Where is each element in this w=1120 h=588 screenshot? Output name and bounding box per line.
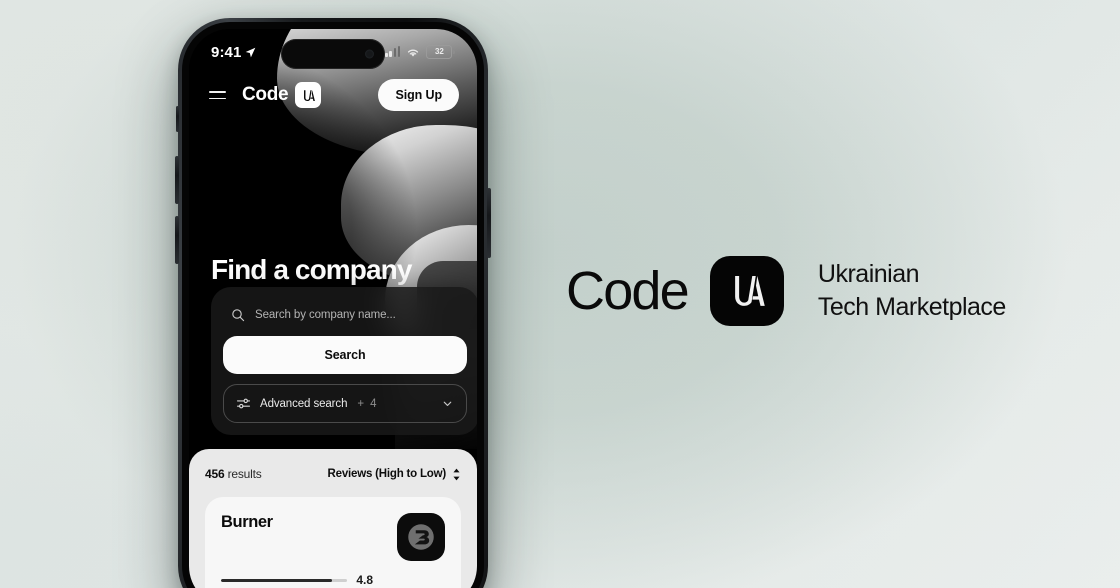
brand-wordmark: Code — [242, 84, 289, 105]
advanced-search-toggle[interactable]: Advanced search + 4 — [223, 384, 467, 423]
dynamic-island — [281, 39, 385, 69]
sort-label: Reviews (High to Low) — [327, 468, 447, 480]
status-time-group: 9:41 — [211, 44, 256, 61]
rating-bar-track — [221, 578, 348, 582]
company-card[interactable]: Burner 4.8 Lin — [205, 497, 461, 588]
phone-screen: 9:41 32 Code Sign Up Find a company Sear… — [189, 29, 477, 588]
rating-bar-fill — [221, 578, 333, 582]
search-input-placeholder: Search by company name... — [255, 309, 396, 321]
phone-silence-switch[interactable] — [176, 106, 179, 132]
cellular-bars-icon — [385, 46, 401, 57]
results-count-number: 456 — [205, 467, 225, 481]
search-panel: Search by company name... Search Advance — [211, 287, 477, 435]
results-toolbar: 456 results Reviews (High to Low) — [205, 467, 461, 481]
company-card-header: Burner — [221, 513, 445, 561]
advanced-search-label: Advanced search — [260, 397, 348, 410]
search-icon — [232, 309, 245, 322]
rating-value: 4.8 — [356, 573, 373, 587]
advanced-search-count: 4 — [370, 397, 377, 410]
brand-wordmark-large: Code — [566, 261, 690, 321]
rating-row: 4.8 — [221, 573, 373, 587]
status-indicators: 32 — [385, 45, 455, 59]
sign-up-button[interactable]: Sign Up — [378, 79, 459, 111]
phone-power-button[interactable] — [487, 188, 491, 258]
brand-tagline-line-2: Tech Marketplace — [817, 293, 1006, 321]
battery-level-label: 32 — [434, 47, 444, 56]
ua-logo-mark-large-icon — [709, 256, 784, 326]
search-button[interactable]: Search — [223, 336, 467, 374]
location-arrow-icon — [246, 47, 256, 57]
chevron-down-icon[interactable] — [441, 397, 454, 410]
sliders-icon — [236, 398, 251, 409]
hero-section: 9:41 32 Code Sign Up Find a company Sear… — [189, 29, 477, 449]
results-sheet: 456 results Reviews (High to Low) Burner — [189, 449, 477, 588]
wifi-icon — [408, 49, 419, 57]
front-camera-icon — [365, 49, 374, 59]
app-header: Code Sign Up — [189, 75, 477, 115]
advanced-search-plus: + — [357, 397, 365, 410]
sort-dropdown[interactable]: Reviews (High to Low) — [328, 468, 461, 481]
status-time-label: 9:41 — [211, 43, 242, 61]
results-count-suffix: results — [227, 467, 262, 481]
company-logo — [397, 513, 445, 561]
burner-logo-icon — [408, 524, 434, 550]
hamburger-menu-icon[interactable] — [209, 90, 226, 100]
phone-mockup: 9:41 32 Code Sign Up Find a company Sear… — [175, 18, 491, 588]
brand-tagline-line-1: Ukrainian — [817, 260, 920, 288]
brand-block: Code Ukrainian Tech Marketplace — [566, 256, 1006, 326]
screenshot-stage: 9:41 32 Code Sign Up Find a company Sear… — [0, 0, 1120, 588]
battery-icon: 32 — [426, 45, 455, 59]
ua-logo-mark-icon — [295, 82, 322, 108]
brand-lockup[interactable]: Code — [242, 82, 322, 108]
phone-volume-down-button[interactable] — [175, 216, 179, 264]
results-count: 456 results — [205, 467, 262, 481]
phone-volume-up-button[interactable] — [175, 156, 179, 204]
brand-tagline: Ukrainian Tech Marketplace — [818, 258, 1006, 324]
company-name: Burner — [221, 513, 273, 531]
page-title: Find a company — [211, 253, 412, 285]
search-input-row[interactable]: Search by company name... — [223, 299, 467, 336]
sort-updown-icon — [453, 468, 460, 480]
